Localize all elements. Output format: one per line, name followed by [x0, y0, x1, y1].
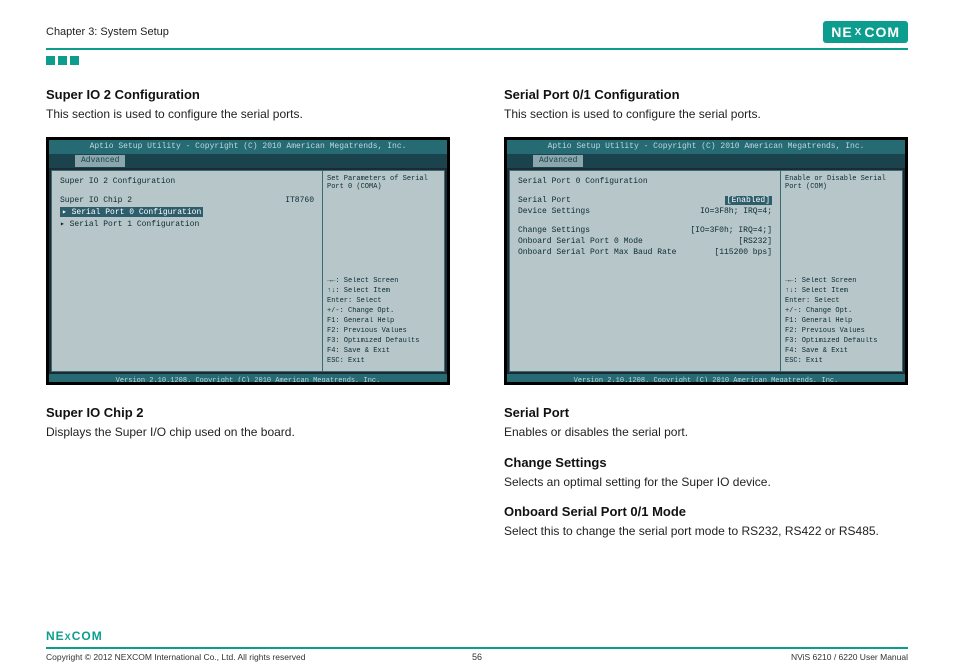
bios-nav: Enter: Select: [327, 297, 440, 305]
logo-text-right: COM: [864, 24, 900, 40]
bios-nav: ESC: Exit: [785, 357, 898, 365]
bios-nav: F3: Optimized Defaults: [785, 337, 898, 345]
bios-row-change-settings: Change Settings [IO=3F0h; IRQ=4;]: [518, 226, 772, 235]
page-number: 56: [472, 652, 482, 662]
bios-value: IO=3F8h; IRQ=4;: [700, 207, 772, 216]
bios-nav: F4: Save & Exit: [327, 347, 440, 355]
bios-label: Serial Port: [518, 196, 571, 205]
bios-row-serial0: ▸ Serial Port 0 Configuration: [60, 207, 314, 217]
bios-tab-row: Advanced: [49, 154, 447, 168]
desc-super-io-chip2: Displays the Super I/O chip used on the …: [46, 424, 450, 441]
bios-main-panel: Serial Port 0 Configuration Serial Port …: [510, 171, 780, 371]
heading-serial-port-config: Serial Port 0/1 Configuration: [504, 87, 908, 102]
bios-label: Super IO Chip 2: [60, 196, 132, 205]
logo-text-x: X: [855, 27, 863, 38]
bios-body: Super IO 2 Configuration Super IO Chip 2…: [51, 170, 445, 372]
bios-nav-keys: →←: Select Screen ↑↓: Select Item Enter:…: [327, 277, 440, 367]
bios-nav: F1: General Help: [785, 317, 898, 325]
bios-row-serial-port: Serial Port [Enabled]: [518, 196, 772, 205]
bios-nav: F4: Save & Exit: [785, 347, 898, 355]
bios-tab-advanced: Advanced: [75, 155, 125, 167]
logo-text-left: NE: [46, 629, 65, 643]
desc-change-settings: Selects an optimal setting for the Super…: [504, 474, 908, 491]
bios-tab-advanced: Advanced: [533, 155, 583, 167]
footer-logo-row: NEXCOM: [46, 629, 908, 649]
bios-nav: →←: Select Screen: [785, 277, 898, 285]
bios-title-bar: Aptio Setup Utility - Copyright (C) 2010…: [507, 140, 905, 154]
bios-nav: Enter: Select: [785, 297, 898, 305]
right-column: Serial Port 0/1 Configuration This secti…: [504, 87, 908, 554]
bios-help-panel: Enable or Disable Serial Port (COM) →←: …: [780, 171, 902, 371]
desc-serial-port: Enables or disables the serial port.: [504, 424, 908, 441]
desc-onboard-mode: Select this to change the serial port mo…: [504, 523, 908, 540]
logo-text-x: X: [65, 632, 72, 642]
bios-value: IT8760: [285, 196, 314, 205]
bios-screenshot-super-io2: Aptio Setup Utility - Copyright (C) 2010…: [46, 137, 450, 385]
bios-section-heading: Serial Port 0 Configuration: [518, 177, 772, 186]
bios-row-device-settings: Device Settings IO=3F8h; IRQ=4;: [518, 207, 772, 216]
square-icon: [58, 56, 67, 65]
bios-nav: F2: Previous Values: [327, 327, 440, 335]
desc-serial-port-config: This section is used to configure the se…: [504, 106, 908, 123]
heading-super-io-chip2: Super IO Chip 2: [46, 405, 450, 420]
bios-value: [RS232]: [738, 237, 772, 246]
heading-serial-port: Serial Port: [504, 405, 908, 420]
bios-value-selected: [Enabled]: [725, 196, 772, 205]
bios-label: Device Settings: [518, 207, 590, 216]
bios-nav: F2: Previous Values: [785, 327, 898, 335]
bios-row-mode: Onboard Serial Port 0 Mode [RS232]: [518, 237, 772, 246]
bios-nav: ↑↓: Select Item: [785, 287, 898, 295]
bios-title-bar: Aptio Setup Utility - Copyright (C) 2010…: [49, 140, 447, 154]
heading-super-io2-config: Super IO 2 Configuration: [46, 87, 450, 102]
bios-nav-keys: →←: Select Screen ↑↓: Select Item Enter:…: [785, 277, 898, 367]
bios-main-panel: Super IO 2 Configuration Super IO Chip 2…: [52, 171, 322, 371]
bios-footer-bar: Version 2.10.1208. Copyright (C) 2010 Am…: [49, 374, 447, 385]
bios-value: [IO=3F0h; IRQ=4;]: [690, 226, 772, 235]
bios-footer-bar: Version 2.10.1208. Copyright (C) 2010 Am…: [507, 374, 905, 385]
nexcom-logo: NE X COM: [823, 21, 908, 43]
page-header: Chapter 3: System Setup NE X COM: [46, 16, 908, 50]
logo-text-right: COM: [72, 629, 103, 643]
bios-label: Onboard Serial Port Max Baud Rate: [518, 248, 676, 257]
bios-row-serial1: ▸ Serial Port 1 Configuration: [60, 219, 314, 229]
bios-row-baud: Onboard Serial Port Max Baud Rate [11520…: [518, 248, 772, 257]
bios-nav: →←: Select Screen: [327, 277, 440, 285]
bios-value: [115200 bps]: [714, 248, 772, 257]
bios-nav: +/-: Change Opt.: [327, 307, 440, 315]
square-icon: [46, 56, 55, 65]
desc-super-io2-config: This section is used to configure the se…: [46, 106, 450, 123]
footer-copyright: Copyright © 2012 NEXCOM International Co…: [46, 652, 306, 662]
bios-label: Change Settings: [518, 226, 590, 235]
decorative-squares: [46, 56, 908, 65]
logo-text-left: NE: [831, 24, 852, 40]
bios-row-chip: Super IO Chip 2 IT8760: [60, 196, 314, 205]
bios-help-text: Set Parameters of Serial Port 0 (COMA): [327, 175, 440, 191]
square-icon: [70, 56, 79, 65]
bios-nav: ESC: Exit: [327, 357, 440, 365]
bios-label: Onboard Serial Port 0 Mode: [518, 237, 643, 246]
bios-body: Serial Port 0 Configuration Serial Port …: [509, 170, 903, 372]
content-columns: Super IO 2 Configuration This section is…: [46, 87, 908, 554]
heading-change-settings: Change Settings: [504, 455, 908, 470]
bios-nav: F1: General Help: [327, 317, 440, 325]
bios-nav: +/-: Change Opt.: [785, 307, 898, 315]
bios-help-text: Enable or Disable Serial Port (COM): [785, 175, 898, 191]
left-column: Super IO 2 Configuration This section is…: [46, 87, 450, 554]
chapter-label: Chapter 3: System Setup: [46, 26, 169, 38]
footer-nexcom-logo: NEXCOM: [46, 629, 103, 643]
bios-selected-item: ▸ Serial Port 0 Configuration: [60, 207, 203, 217]
bios-screenshot-serial-port: Aptio Setup Utility - Copyright (C) 2010…: [504, 137, 908, 385]
bios-tab-row: Advanced: [507, 154, 905, 168]
footer-manual: NViS 6210 / 6220 User Manual: [791, 652, 908, 662]
page-footer: NEXCOM Copyright © 2012 NEXCOM Internati…: [46, 629, 908, 662]
bios-nav: F3: Optimized Defaults: [327, 337, 440, 345]
heading-onboard-mode: Onboard Serial Port 0/1 Mode: [504, 504, 908, 519]
bios-nav: ↑↓: Select Item: [327, 287, 440, 295]
footer-line: Copyright © 2012 NEXCOM International Co…: [46, 652, 908, 662]
bios-help-panel: Set Parameters of Serial Port 0 (COMA) →…: [322, 171, 444, 371]
bios-section-heading: Super IO 2 Configuration: [60, 177, 314, 186]
